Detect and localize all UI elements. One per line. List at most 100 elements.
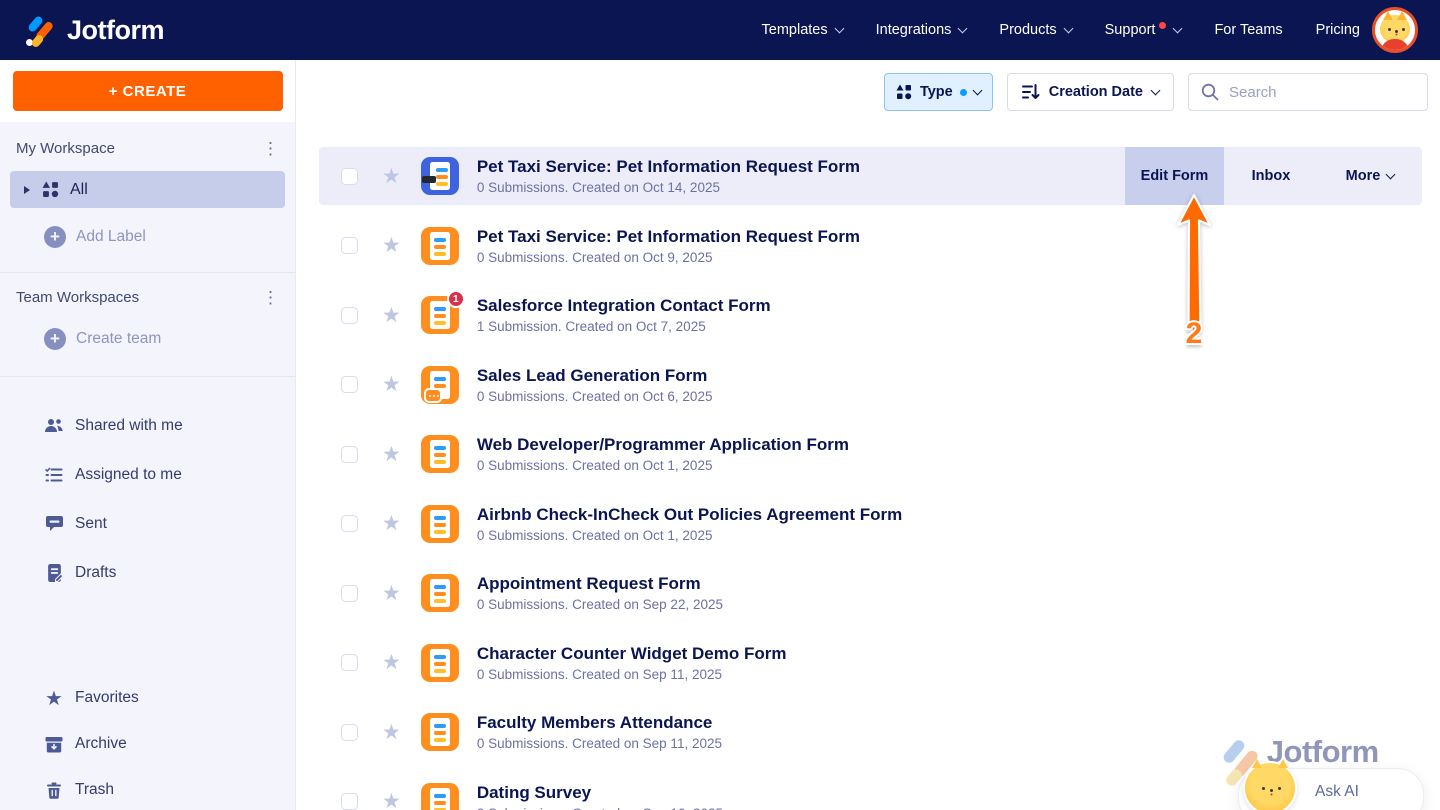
ask-ai-chip[interactable]: Ask AI: [1238, 759, 1424, 810]
archive-icon: [44, 734, 64, 754]
navbar-item[interactable]: For Teams: [1214, 22, 1282, 38]
workspace-menu-icon[interactable]: ⋮: [262, 140, 279, 157]
form-type-icon: [420, 713, 459, 751]
form-title[interactable]: Salesforce Integration Contact Form: [477, 296, 771, 316]
form-title[interactable]: Pet Taxi Service: Pet Information Reques…: [477, 227, 860, 247]
row-checkbox[interactable]: [341, 306, 358, 324]
main-content: Type Creation Date ★ Pet Ta: [297, 60, 1440, 810]
row-checkbox[interactable]: [341, 167, 358, 185]
more-button[interactable]: More: [1318, 168, 1422, 184]
form-title[interactable]: Airbnb Check-InCheck Out Policies Agreem…: [477, 505, 902, 525]
team-workspaces-header: Team Workspaces ⋮: [0, 273, 295, 306]
create-button[interactable]: + CREATE: [12, 71, 283, 111]
favorite-star-icon[interactable]: ★: [382, 722, 401, 743]
favorite-star-icon[interactable]: ★: [382, 791, 401, 810]
row-checkbox[interactable]: [341, 237, 358, 254]
form-row[interactable]: ★ Character Counter Widget Demo Form 0 S…: [319, 634, 1422, 692]
annotation-step-number: 2: [1185, 317, 1203, 350]
navbar-item[interactable]: Integrations: [875, 22, 968, 38]
plus-icon: +: [44, 328, 66, 350]
navbar-item-label: Integrations: [875, 22, 952, 38]
brand-name: Jotform: [67, 14, 165, 45]
jotform-logo[interactable]: Jotform: [24, 12, 165, 49]
navbar-item[interactable]: Products: [999, 22, 1074, 38]
favorite-star-icon[interactable]: ★: [382, 235, 401, 256]
navbar-item[interactable]: Pricing: [1316, 22, 1360, 38]
favorite-star-icon[interactable]: ★: [382, 305, 401, 326]
navbar-item[interactable]: Templates: [762, 22, 845, 38]
sidebar-item-archive[interactable]: Archive: [0, 721, 295, 767]
form-title[interactable]: Character Counter Widget Demo Form: [477, 644, 787, 664]
sidebar-item-label: Shared with me: [75, 416, 183, 434]
grid-icon: [40, 180, 60, 200]
sidebar-body: My Workspace ⋮ All + Add Label Team Work…: [0, 122, 295, 810]
row-checkbox[interactable]: [341, 793, 358, 810]
form-row[interactable]: ★ Pet Taxi Service: Pet Information Requ…: [319, 147, 1422, 205]
team-menu-icon[interactable]: ⋮: [262, 289, 279, 306]
navbar-item-label: Pricing: [1315, 22, 1360, 38]
chevron-down-icon: [1385, 169, 1396, 179]
favorite-star-icon[interactable]: ★: [382, 583, 401, 604]
sidebar-item-trash[interactable]: Trash: [0, 767, 295, 810]
row-checkbox[interactable]: [341, 376, 358, 393]
favorite-star-icon[interactable]: ★: [382, 166, 401, 187]
form-title[interactable]: Web Developer/Programmer Application For…: [477, 435, 849, 455]
search-input[interactable]: [1229, 83, 1428, 101]
navbar-item-label: Support: [1104, 22, 1156, 38]
sort-icon: [1021, 84, 1040, 100]
form-meta: 0 Submissions. Created on Sep 11, 2025: [476, 736, 722, 751]
form-title[interactable]: Sales Lead Generation Form: [477, 366, 713, 386]
search-box: [1188, 73, 1428, 111]
form-row[interactable]: ★ Web Developer/Programmer Application F…: [319, 425, 1422, 483]
favorite-star-icon[interactable]: ★: [382, 652, 401, 673]
sidebar-item-label: Assigned to me: [75, 465, 182, 483]
inbox-button[interactable]: Inbox: [1224, 168, 1318, 184]
edit-form-button[interactable]: Edit Form: [1125, 147, 1224, 205]
sidebar-item-label: Sent: [75, 514, 107, 532]
favorite-star-icon[interactable]: ★: [382, 444, 401, 465]
form-meta: 0 Submissions. Created on Oct 14, 2025: [476, 180, 720, 195]
sidebar-item-shared-with-me[interactable]: Shared with me: [0, 401, 295, 450]
users-icon: [44, 416, 64, 436]
trash-icon: [44, 780, 64, 800]
form-type-icon: [420, 226, 459, 265]
navbar-menu: Templates Integrations Products Support …: [762, 21, 1360, 38]
form-title[interactable]: Pet Taxi Service: Pet Information Reques…: [477, 157, 860, 177]
row-checkbox[interactable]: [341, 584, 358, 602]
form-title[interactable]: Dating Survey: [477, 783, 723, 803]
type-filter-button[interactable]: Type: [883, 73, 993, 111]
form-row[interactable]: ★ Pet Taxi Service: Pet Information Requ…: [319, 217, 1422, 275]
favorite-star-icon[interactable]: ★: [382, 374, 401, 395]
sidebar-item-assigned-to-me[interactable]: Assigned to me: [0, 450, 295, 499]
favorite-star-icon[interactable]: ★: [382, 513, 401, 534]
row-checkbox[interactable]: [341, 654, 358, 671]
create-team-button[interactable]: + Create team: [44, 328, 279, 350]
expand-caret-icon[interactable]: [24, 185, 30, 194]
form-title[interactable]: Faculty Members Attendance: [477, 713, 722, 733]
row-checkbox[interactable]: [341, 445, 358, 463]
row-checkbox[interactable]: [341, 515, 358, 532]
form-row[interactable]: ★ Appointment Request Form 0 Submissions…: [319, 564, 1422, 622]
sidebar: + CREATE My Workspace ⋮ All + Add Label …: [0, 60, 296, 810]
chevron-down-icon: [957, 23, 968, 33]
form-title[interactable]: Appointment Request Form: [477, 574, 723, 594]
sidebar-item-drafts[interactable]: Drafts: [0, 548, 295, 597]
navbar-item[interactable]: Support: [1104, 21, 1183, 38]
form-meta: 0 Submissions. Created on Oct 1, 2025: [476, 527, 713, 543]
sort-button[interactable]: Creation Date: [1006, 73, 1174, 111]
star-icon: ★: [45, 687, 63, 710]
form-row[interactable]: ★ 1 Salesforce Integration Contact Form …: [319, 286, 1422, 344]
add-label-button[interactable]: + Add Label: [44, 226, 279, 248]
chevron-down-icon: [1063, 23, 1074, 33]
sidebar-item-all[interactable]: All: [10, 171, 285, 208]
user-avatar[interactable]: [1372, 7, 1418, 53]
form-row[interactable]: ★ Airbnb Check-InCheck Out Policies Agre…: [319, 495, 1422, 553]
row-checkbox[interactable]: [341, 723, 358, 741]
notification-dot-icon: [1159, 21, 1167, 29]
form-row[interactable]: ★ Sales Lead Generation Form 0 Submissio…: [319, 356, 1422, 414]
sidebar-item-sent[interactable]: Sent: [0, 499, 295, 548]
sidebar-item-favorites[interactable]: ★ Favorites: [0, 675, 295, 721]
row-actions: Edit Form Inbox More: [1125, 147, 1422, 205]
create-team-text: Create team: [76, 330, 162, 347]
sidebar-item-label: Trash: [75, 781, 115, 798]
